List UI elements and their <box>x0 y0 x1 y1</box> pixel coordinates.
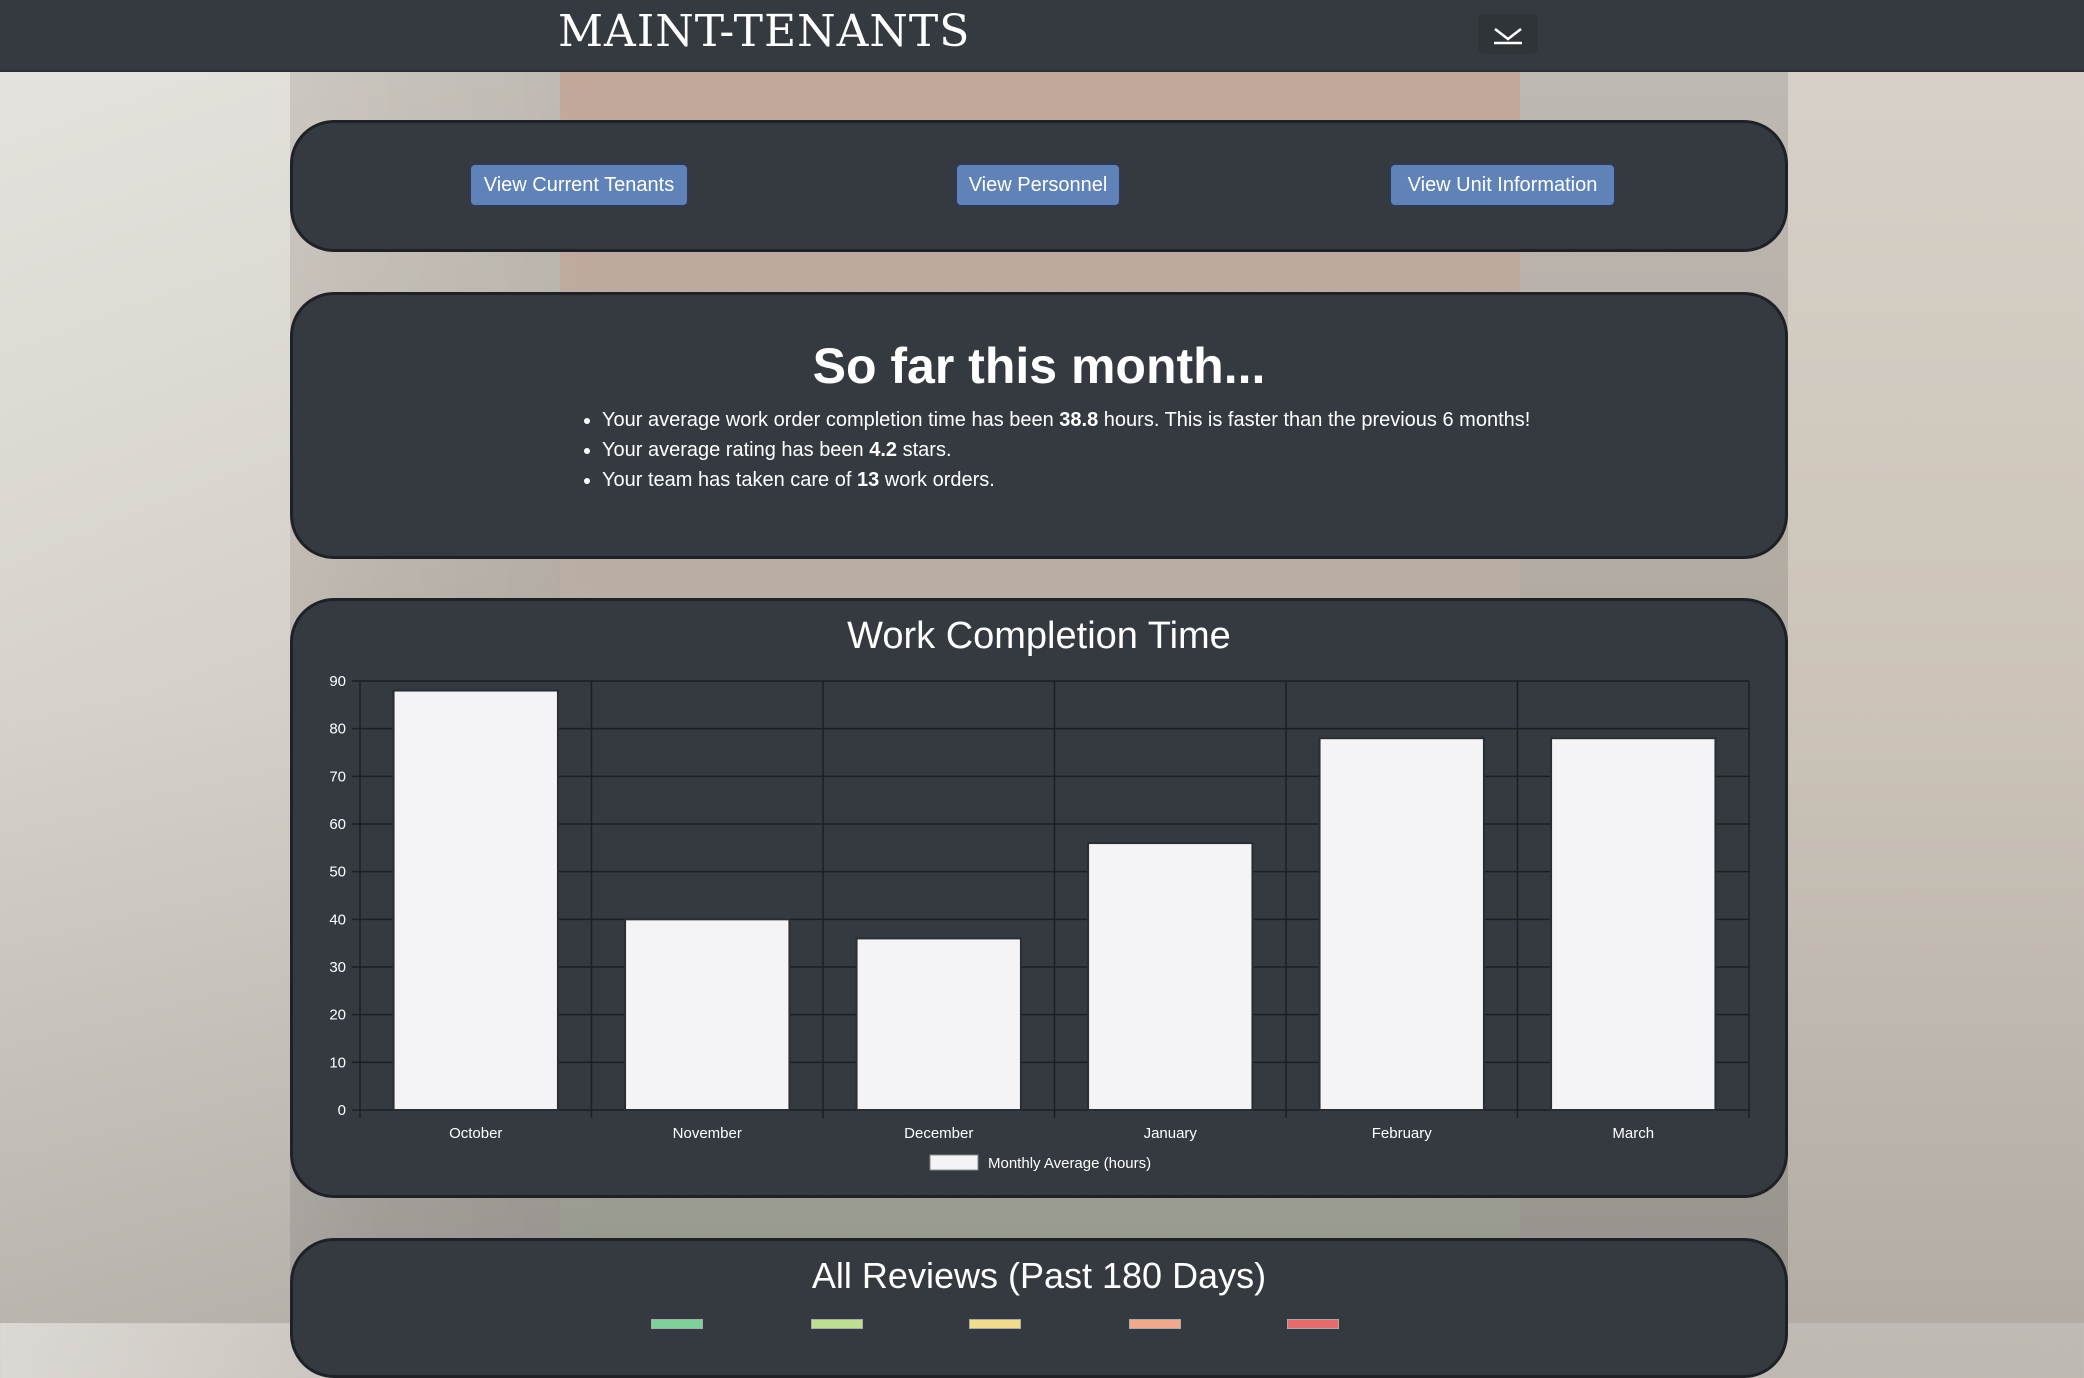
menu-toggle-button[interactable] <box>1478 14 1538 54</box>
summary-rating: Your average rating has been 4.2 stars. <box>602 435 1530 465</box>
y-tick-label: 80 <box>329 721 346 738</box>
top-navbar: MAINT-TENANTS <box>0 0 2084 72</box>
bar-october <box>392 689 559 1112</box>
summary-list: Your average work order completion time … <box>580 405 1530 495</box>
x-tick-label: March <box>1612 1125 1654 1142</box>
y-tick-label: 50 <box>329 864 346 881</box>
y-tick-label: 0 <box>338 1102 346 1119</box>
rating-value: 4.2 <box>869 439 898 461</box>
reviews-title: All Reviews (Past 180 Days) <box>811 1255 1267 1296</box>
bar-february <box>1318 737 1485 1111</box>
y-tick-label: 40 <box>329 911 346 928</box>
bar-march <box>1550 737 1717 1111</box>
view-personnel-button[interactable]: View Personnel <box>955 163 1121 207</box>
bar-december <box>855 937 1022 1111</box>
x-tick-label: February <box>1372 1125 1433 1142</box>
bar-january <box>1087 842 1254 1111</box>
reviews-legend-strip <box>651 1319 1391 1329</box>
work-completion-chart-panel: Work Completion Time 0 10 20 30 40 50 60 70 80 90… <box>290 598 1788 1198</box>
x-tick-label: January <box>1144 1125 1198 1142</box>
y-tick-label: 70 <box>329 768 346 785</box>
y-tick-label: 90 <box>329 673 346 690</box>
legend-swatch <box>929 1154 979 1171</box>
actions-panel: View Current Tenants View Personnel View… <box>290 120 1788 252</box>
summary-work-orders: Your team has taken care of 13 work orde… <box>602 465 1530 495</box>
background-building-right <box>1788 70 2084 1323</box>
x-tick-label: November <box>673 1125 742 1142</box>
x-tick-label: December <box>904 1125 973 1142</box>
legend-label: Monthly Average (hours) <box>988 1155 1151 1172</box>
y-tick-label: 30 <box>329 959 346 976</box>
completion-time-value: 38.8 <box>1059 409 1099 431</box>
bar-november <box>624 918 791 1112</box>
legend-swatch-3-star <box>969 1319 1021 1329</box>
y-tick-label: 10 <box>329 1054 346 1071</box>
x-tick-label: October <box>449 1125 502 1142</box>
monthly-summary-panel: So far this month... Your average work o… <box>290 292 1788 559</box>
summary-title: So far this month... <box>812 338 1266 394</box>
summary-completion-time: Your average work order completion time … <box>602 405 1530 435</box>
work-orders-value: 13 <box>856 469 880 491</box>
legend-swatch-1-star <box>1287 1319 1339 1329</box>
legend-swatch-2-star <box>1129 1319 1181 1329</box>
background-building-left <box>0 70 290 1323</box>
chevron-down-icon <box>1494 28 1522 45</box>
reviews-panel: All Reviews (Past 180 Days) <box>290 1238 1788 1378</box>
legend-swatch-4-star <box>811 1319 863 1329</box>
view-unit-information-button[interactable]: View Unit Information <box>1389 163 1616 207</box>
work-completion-bar-chart: 0 10 20 30 40 50 60 70 80 90 October November Decemb… <box>329 673 1750 1172</box>
y-tick-label: 20 <box>329 1007 346 1024</box>
view-current-tenants-button[interactable]: View Current Tenants <box>469 163 689 207</box>
y-tick-label: 60 <box>329 816 346 833</box>
brand-title[interactable]: MAINT-TENANTS <box>558 6 970 57</box>
legend-swatch-5-star <box>651 1319 703 1329</box>
